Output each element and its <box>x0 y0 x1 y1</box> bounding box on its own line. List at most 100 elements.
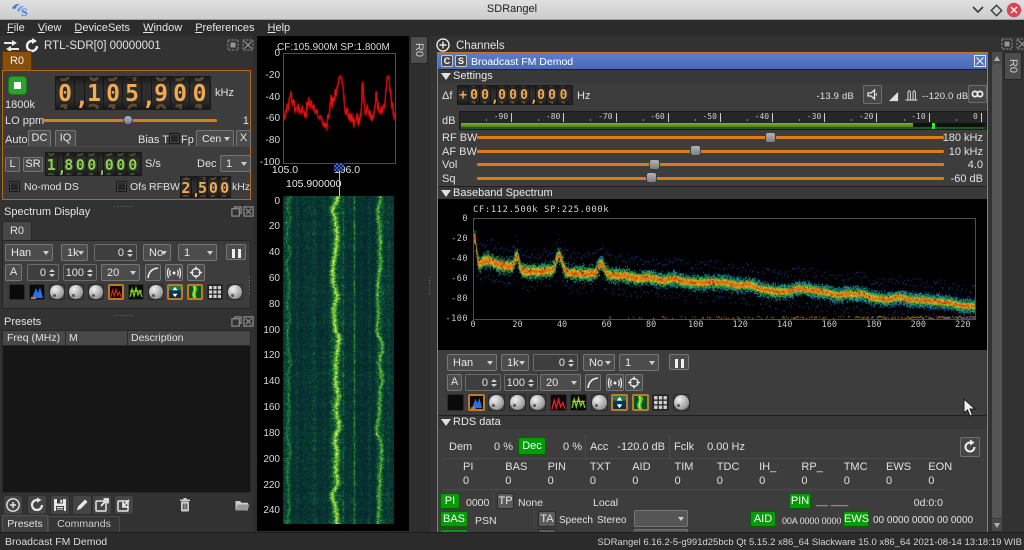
window-titlebar[interactable]: SDRangel S <box>0 0 1024 20</box>
histogram-blue-icon[interactable] <box>29 284 45 300</box>
dial-digit[interactable]: 091 <box>171 77 190 109</box>
clear-spectrum-button[interactable] <box>606 374 624 391</box>
ref-level-spin[interactable]: 0 <box>27 264 59 281</box>
decay-curve-button[interactable] <box>585 374 601 391</box>
main-spectrum-tab-r0[interactable]: R0 <box>410 36 428 64</box>
dial-digit[interactable]: 102 <box>46 153 58 175</box>
menu-item-view[interactable]: View <box>38 22 62 34</box>
spectrum-plot[interactable] <box>283 53 396 164</box>
spectrum-tab-r0[interactable]: R0 <box>2 221 32 240</box>
spin-up-icon[interactable] <box>491 379 497 382</box>
start-stop-button[interactable] <box>8 76 27 95</box>
dial-digit[interactable]: 091 <box>56 77 75 109</box>
rds-rollup[interactable]: RDS data <box>438 415 987 429</box>
knob-icon[interactable] <box>88 284 104 300</box>
close-dock-icon[interactable] <box>243 316 254 327</box>
dial-digit[interactable]: 102 <box>85 77 104 109</box>
ref-level-spin[interactable]: 0 <box>465 374 501 391</box>
dial-digit[interactable]: 091 <box>87 153 99 175</box>
dial-digit[interactable]: 091 <box>75 153 87 175</box>
scrollbar-thumb[interactable] <box>992 64 1002 518</box>
grid-icon[interactable] <box>207 284 223 300</box>
presets-save-button[interactable] <box>50 495 70 515</box>
black-square-icon[interactable] <box>9 284 25 300</box>
rds-program-combo[interactable] <box>634 510 688 527</box>
clear-spectrum-button[interactable] <box>165 264 183 281</box>
spectrum-green-icon[interactable] <box>128 284 144 300</box>
lock-button[interactable]: L <box>5 157 20 172</box>
channel-titlebar[interactable]: C S Broadcast FM Demod <box>438 53 987 69</box>
presets-folder-button[interactable] <box>233 495 250 515</box>
knob-icon[interactable] <box>49 284 65 300</box>
presets-list[interactable] <box>2 346 251 493</box>
dial-digit[interactable]: 091 <box>480 86 491 104</box>
presets-trash-button[interactable] <box>176 495 193 515</box>
markers-button[interactable] <box>187 264 205 281</box>
menu-item-file[interactable]: File <box>7 22 25 34</box>
grid-icon[interactable] <box>652 394 669 411</box>
float-dock-icon[interactable] <box>231 316 242 327</box>
splitter-handle[interactable]: ...... <box>114 200 133 209</box>
spin-down-icon[interactable] <box>568 364 574 367</box>
tab-presets[interactable]: Presets <box>2 515 48 532</box>
dial-digit[interactable]: 546 <box>198 177 209 197</box>
spectrum-red-icon[interactable] <box>108 284 124 300</box>
fft-window-combo[interactable]: Han <box>447 354 497 371</box>
presets-reload-button[interactable] <box>27 495 47 515</box>
dial-digit[interactable]: 546 <box>123 77 142 109</box>
maximize-icon[interactable] <box>990 4 1003 17</box>
dial-digit[interactable]: 091 <box>219 177 230 197</box>
dial-digit[interactable]: 213 <box>181 177 192 197</box>
frequency-dial[interactable]: 091,102091546,980091091 <box>55 76 211 110</box>
float-dock-icon[interactable] <box>227 39 239 51</box>
black-square-icon[interactable] <box>447 394 464 411</box>
knob-icon[interactable] <box>148 284 164 300</box>
spin-up-icon[interactable] <box>528 379 534 382</box>
baseband-spectrum-plot[interactable] <box>473 218 976 320</box>
minimize-icon[interactable] <box>971 5 985 15</box>
slider-handle[interactable] <box>765 132 776 143</box>
spin-down-icon[interactable] <box>49 274 55 277</box>
spin-up-icon[interactable] <box>127 249 133 252</box>
bias-t-checkbox[interactable] <box>169 133 180 144</box>
waterfall-plot[interactable] <box>283 196 394 524</box>
rds-pi-button[interactable]: PI <box>440 493 460 509</box>
waterfall-share-combo[interactable]: 20 <box>540 374 581 391</box>
dial-digit[interactable]: 091 <box>497 86 508 104</box>
baseband-rollup[interactable]: Baseband Spectrum <box>438 186 987 199</box>
channel-s-button[interactable]: S <box>455 55 467 67</box>
dial-digit[interactable]: 091 <box>558 86 569 104</box>
spin-up-icon[interactable] <box>568 359 574 362</box>
fft-size-combo[interactable]: 1k <box>501 354 529 371</box>
rds-ta-button[interactable]: TA <box>538 511 556 527</box>
fc-pos-combo[interactable]: Cen <box>196 130 234 147</box>
menu-item-preferences[interactable]: Preferences <box>195 22 254 34</box>
presets-add-button[interactable] <box>3 495 23 515</box>
tab-commands[interactable]: Commands <box>48 516 120 532</box>
splitter-handle[interactable]: ...... <box>247 276 256 295</box>
channels-scrollbar[interactable] <box>992 52 1002 531</box>
autoscale-button[interactable]: A <box>447 374 462 391</box>
rds-refresh-button[interactable] <box>960 437 980 457</box>
waterfall-share-combo[interactable]: 20 <box>101 264 140 281</box>
splitter-handle[interactable]: ...... <box>114 309 133 318</box>
sr-button[interactable]: SR <box>23 157 43 172</box>
scroll-down-button[interactable] <box>992 519 1002 531</box>
close-dock-icon[interactable] <box>1016 38 1024 50</box>
histogram-blue-icon[interactable] <box>468 394 485 411</box>
close-icon[interactable] <box>1006 2 1022 18</box>
sq-slider[interactable] <box>477 171 944 185</box>
settings-rollup[interactable]: Settings <box>438 69 987 83</box>
float-dock-icon[interactable] <box>231 206 242 217</box>
rds-bas-button[interactable]: BAS <box>440 511 468 527</box>
slider-handle[interactable] <box>649 159 660 170</box>
rf-bw-slider[interactable] <box>477 130 944 144</box>
spectrum-red-icon[interactable] <box>550 394 567 411</box>
decimation-combo[interactable]: 1 <box>220 155 251 172</box>
samplerate-dial[interactable]: 102,879091091,091091091 <box>45 152 142 176</box>
spin-down-icon[interactable] <box>127 254 133 257</box>
menu-item-help[interactable]: Help <box>268 22 291 34</box>
dial-digit[interactable]: 091 <box>104 153 116 175</box>
menu-item-window[interactable]: Window <box>143 22 182 34</box>
close-dock-icon[interactable] <box>242 39 254 51</box>
